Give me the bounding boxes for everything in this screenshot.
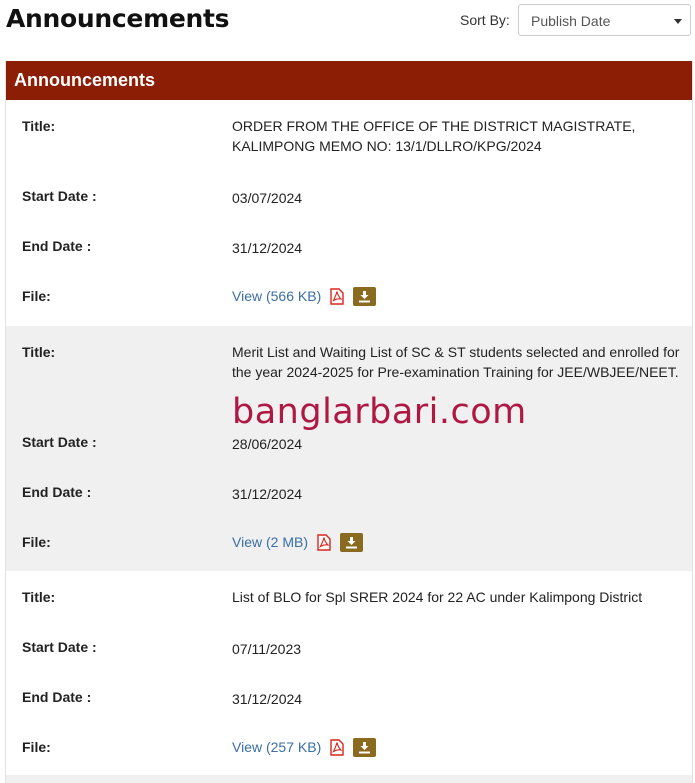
end-date-label: End Date : (22, 689, 92, 705)
download-icon (359, 291, 371, 303)
pdf-icon[interactable] (329, 288, 345, 310)
announcement-title: List of BLO for Spl SRER 2024 for 22 AC … (232, 589, 643, 605)
download-icon (345, 537, 357, 549)
start-date-label: Start Date : (22, 639, 97, 655)
announcement-title: ORDER FROM THE OFFICE OF THE DISTRICT MA… (232, 118, 636, 154)
title-label: Title: (22, 589, 56, 605)
download-icon (359, 742, 371, 754)
download-button[interactable] (353, 287, 377, 306)
file-value: View (2 MB) (232, 532, 682, 556)
title-label: Title: (22, 118, 56, 134)
caret-down-icon (674, 19, 682, 24)
sort-by-selected-value: Publish Date (531, 13, 611, 29)
view-file-link[interactable]: View (257 KB) (232, 739, 321, 755)
pdf-icon[interactable] (329, 739, 345, 761)
announcement-item: Title: List of BLO for Spl SRER 2024 for… (6, 571, 692, 775)
announcement-title: Merit List and Waiting List of SC & ST s… (232, 344, 680, 380)
file-value: View (566 KB) (232, 286, 682, 310)
sort-by-select[interactable]: Publish Date (518, 4, 691, 36)
start-date-value: 07/11/2023 (232, 641, 302, 657)
sort-by-label: Sort By: (460, 12, 510, 28)
file-label: File: (22, 288, 51, 304)
announcement-item: Title: ORDER FROM THE OFFICE OF THE DIST… (6, 100, 692, 326)
file-label: File: (22, 739, 51, 755)
end-date-value: 31/12/2024 (232, 691, 303, 707)
panel-header: Announcements (6, 61, 692, 100)
download-button[interactable] (353, 738, 377, 757)
pdf-icon[interactable] (316, 534, 332, 556)
start-date-label: Start Date : (22, 188, 97, 204)
end-date-value: 31/12/2024 (232, 240, 303, 256)
view-file-link[interactable]: View (2 MB) (232, 534, 308, 550)
file-value: View (257 KB) (232, 737, 682, 761)
start-date-label: Start Date : (22, 434, 97, 450)
file-label: File: (22, 534, 51, 550)
announcements-panel: Announcements Title: ORDER FROM THE OFFI… (5, 61, 693, 783)
next-item-edge (6, 775, 692, 783)
announcement-item: Title: Merit List and Waiting List of SC… (6, 326, 692, 571)
top-bar: Announcements Sort By: Publish Date (0, 0, 695, 58)
end-date-label: End Date : (22, 484, 92, 500)
start-date-value: 28/06/2024 (232, 436, 303, 452)
page-title: Announcements (6, 4, 230, 33)
end-date-label: End Date : (22, 238, 92, 254)
start-date-value: 03/07/2024 (232, 190, 303, 206)
view-file-link[interactable]: View (566 KB) (232, 288, 321, 304)
title-label: Title: (22, 344, 56, 360)
download-button[interactable] (339, 533, 363, 552)
end-date-value: 31/12/2024 (232, 486, 303, 502)
